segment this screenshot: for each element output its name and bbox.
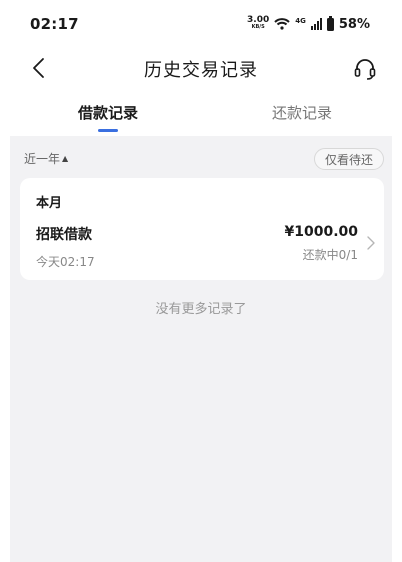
battery-percent: 58% (338, 16, 370, 32)
status-bar: 02:17 3.00 KB/S 4G 58% (0, 0, 402, 48)
headset-icon[interactable] (352, 56, 378, 82)
active-tab-indicator (98, 129, 118, 132)
record-name: 招联借款 (36, 227, 92, 243)
record-tabs: 借款记录 还款记录 (0, 96, 402, 136)
nav-bar: 历史交易记录 (0, 48, 402, 88)
tab-borrow-records[interactable]: 借款记录 (48, 102, 168, 123)
only-pending-toggle[interactable]: 仅看待还 (313, 148, 384, 170)
record-status: 还款中0/1 (302, 248, 358, 262)
no-more-records: 没有更多记录了 (155, 302, 247, 317)
period-filter-label: 近一年 (24, 152, 61, 166)
record-date: 今天02:17 (36, 255, 95, 269)
network-speed: 3.00 KB/S (247, 15, 270, 31)
tab-repay-records[interactable]: 还款记录 (242, 102, 362, 123)
network-type: 4G (295, 16, 306, 25)
network-speed-value: 3.00 (247, 15, 270, 25)
network-speed-unit: KB/S (251, 24, 265, 30)
filter-row: 近一年 ▲ 仅看待还 (24, 148, 384, 172)
status-indicators: 3.00 KB/S 4G 58% (247, 15, 370, 32)
wifi-icon (274, 18, 290, 30)
record-card[interactable]: 本月 招联借款 今天02:17 ¥1000.00 还款中0/1 (20, 178, 384, 280)
chevron-right-icon (367, 236, 375, 250)
records-content: 近一年 ▲ 仅看待还 本月 招联借款 今天02:17 ¥1000.00 还款中0… (10, 136, 392, 562)
caret-up-icon: ▲ (62, 154, 69, 163)
battery-icon (326, 15, 334, 31)
month-label: 本月 (36, 196, 63, 211)
record-amount: ¥1000.00 (284, 224, 358, 240)
status-time: 02:17 (30, 15, 79, 33)
page-title: 历史交易记录 (144, 60, 258, 81)
signal-icon (310, 18, 322, 30)
